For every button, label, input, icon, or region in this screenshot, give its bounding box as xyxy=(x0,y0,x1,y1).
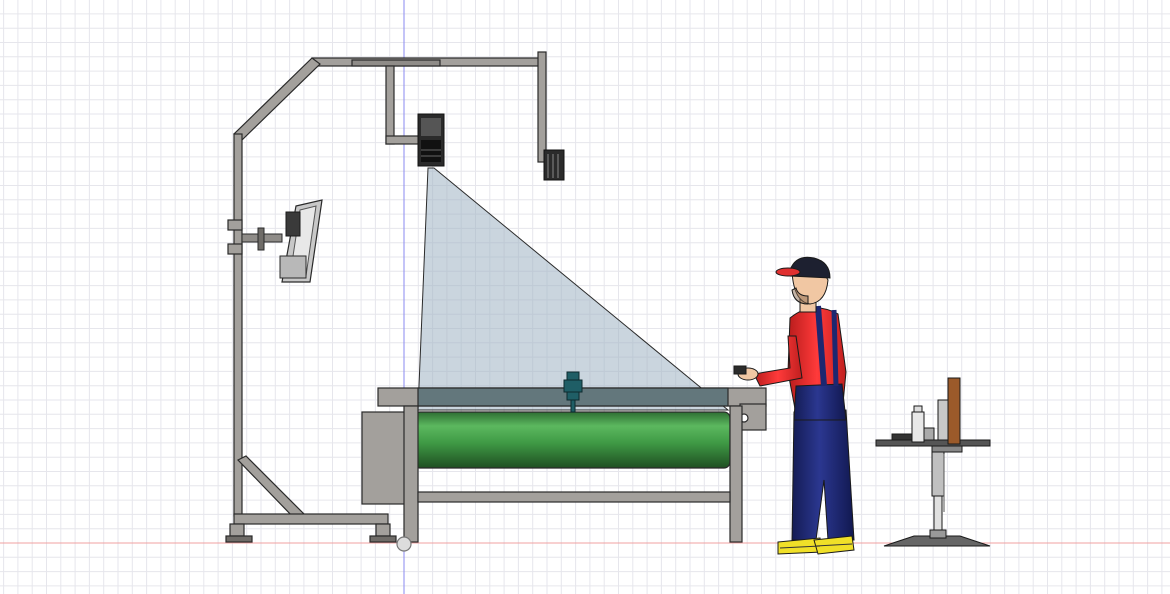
scene-canvas[interactable] xyxy=(0,0,1170,594)
bottle-icon xyxy=(911,411,925,443)
cad-viewport[interactable] xyxy=(0,0,1170,594)
monitor-icon[interactable] xyxy=(241,199,323,283)
side-camera-icon[interactable] xyxy=(543,149,565,181)
camera-icon[interactable] xyxy=(417,113,445,167)
conveyor-belt[interactable] xyxy=(413,411,731,469)
conveyor-table[interactable] xyxy=(361,387,767,552)
workstation-monitor-icon xyxy=(947,377,961,445)
